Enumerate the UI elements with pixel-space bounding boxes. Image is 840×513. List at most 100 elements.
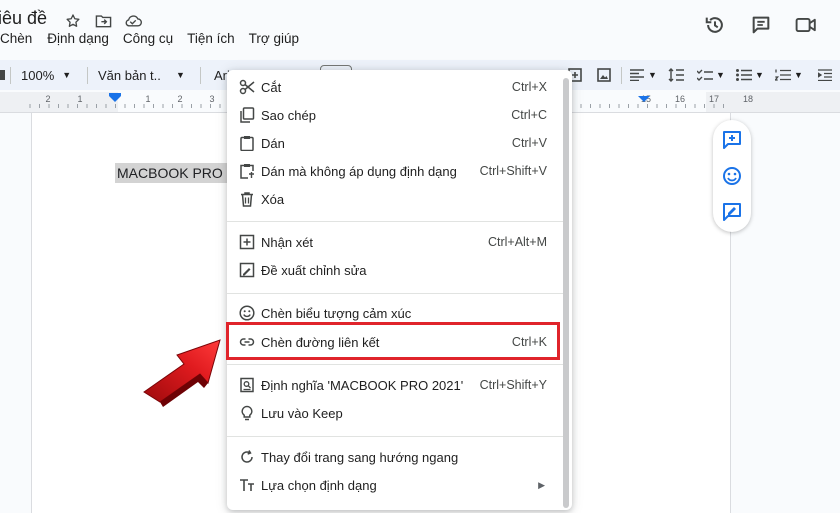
red-arrow-icon: [143, 339, 221, 407]
selected-text[interactable]: MACBOOK PRO 2021: [115, 163, 231, 183]
menu-item-label: Lưu vào Keep: [261, 405, 343, 421]
trash-icon: [239, 191, 255, 207]
menu-item-label: Thay đổi trang sang hướng ngang: [261, 449, 459, 465]
menu-item-shortcut: Ctrl+Shift+Y: [479, 378, 547, 392]
context-menu: Cắt Ctrl+X Sao chép Ctrl+C Dán Ctrl+V Dá…: [227, 70, 572, 510]
floating-side-panel: [713, 120, 751, 232]
numbered-list-icon[interactable]: ▼: [775, 60, 803, 90]
paint-format-icon[interactable]: [0, 60, 8, 90]
caret-down-icon: ▼: [794, 70, 803, 80]
emoji-icon: [239, 305, 255, 321]
ruler-number: 16: [675, 94, 685, 104]
header-actions: [702, 12, 820, 38]
menu-item-label: Dán mà không áp dụng định dạng: [261, 163, 457, 179]
menu-item-label: Xóa: [261, 191, 285, 207]
ruler-number: 17: [709, 94, 719, 104]
video-icon[interactable]: [794, 12, 820, 38]
menu-help[interactable]: Trợ giúp: [249, 31, 299, 46]
indent-icon[interactable]: [818, 60, 832, 90]
suggest-edit-icon[interactable]: [722, 202, 742, 222]
first-line-indent-marker[interactable]: [109, 93, 121, 96]
menu-item-suggest-edit[interactable]: Đề xuất chỉnh sửa: [227, 256, 563, 284]
paste-plain-icon: [239, 163, 255, 179]
submenu-arrow-icon: ▶: [538, 479, 545, 490]
history-icon[interactable]: [702, 12, 728, 38]
add-comment-icon: [239, 234, 255, 250]
menu-divider: [227, 436, 563, 437]
menu-item-label: Định nghĩa 'MACBOOK PRO 2021': [261, 377, 464, 393]
menu-item-delete[interactable]: Xóa: [227, 185, 563, 213]
toolbar-divider: [10, 67, 11, 84]
menu-item-label: Lựa chọn định dạng: [261, 477, 377, 493]
toolbar-divider: [87, 67, 88, 84]
menu-tools[interactable]: Công cụ: [123, 31, 173, 46]
comment-icon[interactable]: [748, 12, 774, 38]
zoom-select[interactable]: 100% ▼: [21, 60, 71, 90]
menu-item-label: Đề xuất chỉnh sửa: [261, 262, 367, 278]
menu-item-paste-without-formatting[interactable]: Dán mà không áp dụng định dạng Ctrl+Shif…: [227, 157, 563, 185]
ruler-number: 3: [209, 94, 214, 104]
lightbulb-icon: [239, 405, 255, 421]
checklist-icon[interactable]: ▼: [697, 60, 725, 90]
line-spacing-icon[interactable]: [668, 60, 684, 90]
paragraph-style-value: Văn bản t...: [98, 67, 162, 83]
copy-icon: [239, 107, 255, 123]
emoji-icon[interactable]: [722, 166, 742, 186]
rotate-icon: [239, 449, 255, 465]
menu-item-comment[interactable]: Nhận xét Ctrl+Alt+M: [227, 228, 563, 256]
menu-extensions[interactable]: Tiện ích: [187, 31, 235, 46]
cloud-icon[interactable]: [122, 10, 144, 32]
menu-format[interactable]: Định dạng: [47, 31, 109, 46]
caret-down-icon: ▼: [755, 70, 764, 80]
caret-down-icon: ▼: [62, 70, 72, 80]
star-icon[interactable]: [62, 10, 84, 32]
highlight-box: [226, 322, 560, 360]
menu-item-paste[interactable]: Dán Ctrl+V: [227, 129, 563, 157]
scissors-icon: [239, 79, 255, 95]
caret-down-icon: ▼: [716, 70, 725, 80]
menu-scrollbar[interactable]: [563, 78, 569, 508]
dictionary-icon: [239, 377, 255, 393]
ruler-number: 1: [145, 94, 150, 104]
toolbar-divider: [200, 67, 201, 84]
title-icons: [62, 10, 144, 32]
align-icon[interactable]: ▼: [630, 60, 657, 90]
suggest-edit-icon: [239, 262, 255, 278]
insert-image-icon[interactable]: [597, 60, 611, 90]
zoom-value: 100%: [21, 67, 55, 83]
menu-item-label: Nhận xét: [261, 234, 314, 250]
menu-item-shortcut: Ctrl+Alt+M: [487, 235, 547, 249]
caret-down-icon: ▼: [176, 70, 185, 80]
menu-divider: [227, 364, 563, 365]
menu-item-shortcut: Ctrl+V: [511, 136, 547, 150]
menu-item-define[interactable]: Định nghĩa 'MACBOOK PRO 2021' Ctrl+Shift…: [227, 371, 563, 399]
menu-bar: Chèn Định dạng Công cụ Tiện ích Trợ giúp: [0, 31, 313, 46]
menu-divider: [227, 293, 563, 294]
ruler-number: 2: [45, 94, 50, 104]
menu-item-copy[interactable]: Sao chép Ctrl+C: [227, 101, 563, 129]
add-comment-icon[interactable]: [722, 130, 742, 150]
menu-item-label: Cắt: [261, 79, 282, 95]
menu-item-cut[interactable]: Cắt Ctrl+X: [227, 73, 563, 101]
menu-item-label: Sao chép: [261, 107, 316, 123]
document-title[interactable]: iêu đề: [0, 8, 47, 29]
toolbar-divider: [621, 67, 622, 84]
clipboard-icon: [239, 135, 255, 151]
caret-down-icon: ▼: [648, 70, 657, 80]
menu-item-label: Dán: [261, 135, 285, 151]
menu-item-formatting-options[interactable]: Lựa chọn định dạng ▶: [227, 471, 563, 499]
menu-item-change-orientation[interactable]: Thay đổi trang sang hướng ngang: [227, 443, 563, 471]
menu-item-shortcut: Ctrl+C: [511, 108, 547, 122]
text-format-icon: [239, 477, 255, 493]
menu-item-shortcut: Ctrl+Shift+V: [479, 164, 547, 178]
title-bar: iêu đề Chèn Định dạng Công cụ Tiện ích T…: [0, 0, 840, 58]
menu-insert[interactable]: Chèn: [0, 31, 32, 46]
ruler-number: 18: [743, 94, 753, 104]
ruler-number: 2: [177, 94, 182, 104]
ruler-number: 1: [77, 94, 82, 104]
folder-move-icon[interactable]: [92, 10, 114, 32]
menu-divider: [227, 221, 563, 222]
menu-item-save-to-keep[interactable]: Lưu vào Keep: [227, 399, 563, 427]
bulleted-list-icon[interactable]: ▼: [736, 60, 764, 90]
paragraph-style-select[interactable]: Văn bản t... ▼: [98, 60, 185, 90]
